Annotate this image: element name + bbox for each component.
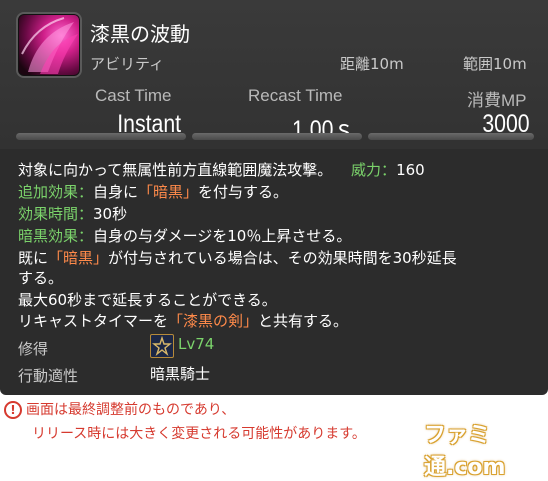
famitsu-logo: ファミ通.com <box>424 423 506 480</box>
potency-label: 威力： <box>351 161 397 179</box>
acquired-label: 修得 <box>18 340 49 358</box>
skill-type: アビリティ <box>90 55 165 73</box>
shared-skill: 「漆黒の剣」 <box>168 312 259 330</box>
cast-time-bar <box>16 133 186 140</box>
description-text: 既に <box>18 249 49 267</box>
recast-time-value: 1.00ｓ <box>292 116 355 144</box>
duration-value: 30秒 <box>93 205 128 223</box>
description-line: 対象に向かって無属性前方直線範囲魔法攻撃。 威力：160 <box>18 160 425 180</box>
skill-range: 範囲10m <box>463 55 527 73</box>
dark-effect-label: 暗黒効果： <box>18 227 94 245</box>
add-effect-label: 追加効果： <box>18 183 94 201</box>
description-text: 対象に向かって無属性前方直線範囲魔法攻撃。 <box>18 161 333 179</box>
warning-icon: ! <box>4 401 22 419</box>
description-line: 暗黒効果：自身の与ダメージを10％上昇させる。 <box>18 226 351 246</box>
description-line: 最大60秒まで延長することができる。 <box>18 291 277 309</box>
skill-icon <box>16 12 82 78</box>
mp-cost-bar <box>368 133 534 140</box>
disclaimer-line-1: 画面は最終調整前のものであり、 <box>26 402 236 418</box>
class-value: 暗黒騎士 <box>150 365 211 383</box>
acquired-level: Lv74 <box>178 335 215 353</box>
recast-time-label: Recast Time <box>248 86 343 105</box>
recast-time-bar <box>192 133 362 140</box>
description-line: リキャストタイマーを「漆黒の剣」と共有する。 <box>18 311 348 331</box>
add-effect-text-end: を付与する。 <box>198 183 289 201</box>
darkness-status: 「暗黒」 <box>138 183 199 201</box>
skill-name: 漆黒の波動 <box>90 22 190 46</box>
skill-tooltip: 漆黒の波動 アビリティ 距離10m 範囲10m Cast Time Recast… <box>0 0 548 395</box>
duration-label: 効果時間： <box>18 205 94 223</box>
description-line: 既に「暗黒」が付与されている場合は、その効果時間を30秒延長 <box>18 248 457 268</box>
skill-distance: 距離10m <box>340 55 404 73</box>
description-text: リキャストタイマーを <box>18 312 169 330</box>
description-line: する。 <box>18 269 64 287</box>
tooltip-description: 対象に向かって無属性前方直線範囲魔法攻撃。 威力：160 追加効果：自身に「暗黒… <box>0 149 548 395</box>
disclaimer-line-2: リリース時には大きく変更される可能性があります。 <box>32 426 366 442</box>
description-text: と共有する。 <box>258 312 349 330</box>
cast-time-label: Cast Time <box>95 86 172 105</box>
tooltip-header: 漆黒の波動 アビリティ 距離10m 範囲10m Cast Time Recast… <box>0 0 548 149</box>
description-line: 効果時間：30秒 <box>18 204 127 224</box>
dark-knight-job-icon <box>150 334 174 358</box>
disclaimer-footer: ! 画面は最終調整前のものであり、 リリース時には大きく変更される可能性がありま… <box>0 395 548 480</box>
class-label: 行動適性 <box>18 367 79 385</box>
description-text: が付与されている場合は、その効果時間を30秒延長 <box>108 249 457 267</box>
potency-value: 160 <box>396 161 425 179</box>
darkness-status: 「暗黒」 <box>48 249 109 267</box>
dark-effect-value: 自身の与ダメージを10％上昇させる。 <box>93 227 352 245</box>
description-line: 追加効果：自身に「暗黒」を付与する。 <box>18 182 288 202</box>
add-effect-text: 自身に <box>93 183 139 201</box>
mp-cost-label: 消費MP <box>467 91 527 110</box>
